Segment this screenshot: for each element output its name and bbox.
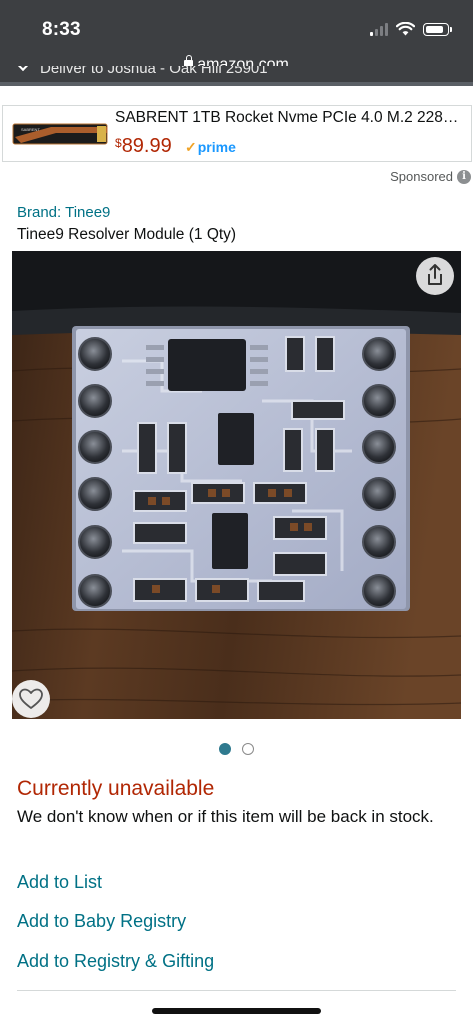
prime-badge: ✓prime xyxy=(185,139,236,156)
info-icon[interactable]: i xyxy=(457,169,471,184)
carousel-dot-1[interactable] xyxy=(219,743,231,755)
status-bar: 8:33 xyxy=(0,0,473,56)
add-to-list-link[interactable]: Add to List xyxy=(17,872,102,893)
prime-check-icon: ✓ xyxy=(185,139,197,155)
product-title: Tinee9 Resolver Module (1 Qty) xyxy=(17,226,237,243)
heart-icon xyxy=(19,688,43,709)
availability-status: Currently unavailable xyxy=(17,777,215,800)
deliver-to-bar[interactable]: Deliver to Joshua - Oak Hill 25901 xyxy=(0,66,473,82)
cellular-signal-icon xyxy=(370,22,388,36)
availability-note: We don't know when or if this item will … xyxy=(17,807,434,826)
ad-price-currency: $ xyxy=(115,136,122,150)
image-carousel-dots xyxy=(0,743,473,755)
wifi-icon xyxy=(396,22,415,36)
home-indicator[interactable] xyxy=(152,1008,321,1014)
sponsored-ad-card[interactable]: SABRENT SABRENT 1TB Rocket Nvme PCIe 4.0… xyxy=(2,105,472,162)
ad-price-amount: 89.99 xyxy=(121,135,172,157)
deliver-to-text: Deliver to Joshua - Oak Hill 25901 xyxy=(40,66,268,77)
brand-link[interactable]: Brand: Tinee9 xyxy=(17,204,110,221)
chevron-down-icon xyxy=(15,66,31,72)
product-image-gallery[interactable] xyxy=(12,251,461,719)
sponsored-label[interactable]: Sponsored i xyxy=(390,169,471,184)
ssd-product-thumbnail: SABRENT xyxy=(12,123,108,145)
carousel-dot-2[interactable] xyxy=(242,743,254,755)
ad-title[interactable]: SABRENT 1TB Rocket Nvme PCIe 4.0 M.2 228… xyxy=(115,109,467,127)
product-image xyxy=(12,251,461,719)
add-to-registry-gifting-link[interactable]: Add to Registry & Gifting xyxy=(17,951,214,972)
add-to-baby-registry-link[interactable]: Add to Baby Registry xyxy=(17,911,186,932)
svg-text:SABRENT: SABRENT xyxy=(21,127,40,132)
status-time: 8:33 xyxy=(42,19,81,40)
ad-price: $89.99 xyxy=(115,135,172,158)
prime-label: prime xyxy=(197,139,236,155)
deliver-to-content[interactable]: Deliver to Joshua - Oak Hill 25901 xyxy=(15,66,268,77)
battery-level xyxy=(425,25,443,33)
wishlist-heart-button[interactable] xyxy=(12,680,50,718)
section-divider xyxy=(17,990,456,991)
status-icons xyxy=(370,20,452,36)
share-icon xyxy=(428,264,442,285)
battery-icon xyxy=(423,23,452,36)
nav-divider xyxy=(0,82,473,86)
sponsored-text: Sponsored xyxy=(390,169,453,184)
share-button[interactable] xyxy=(416,257,454,295)
